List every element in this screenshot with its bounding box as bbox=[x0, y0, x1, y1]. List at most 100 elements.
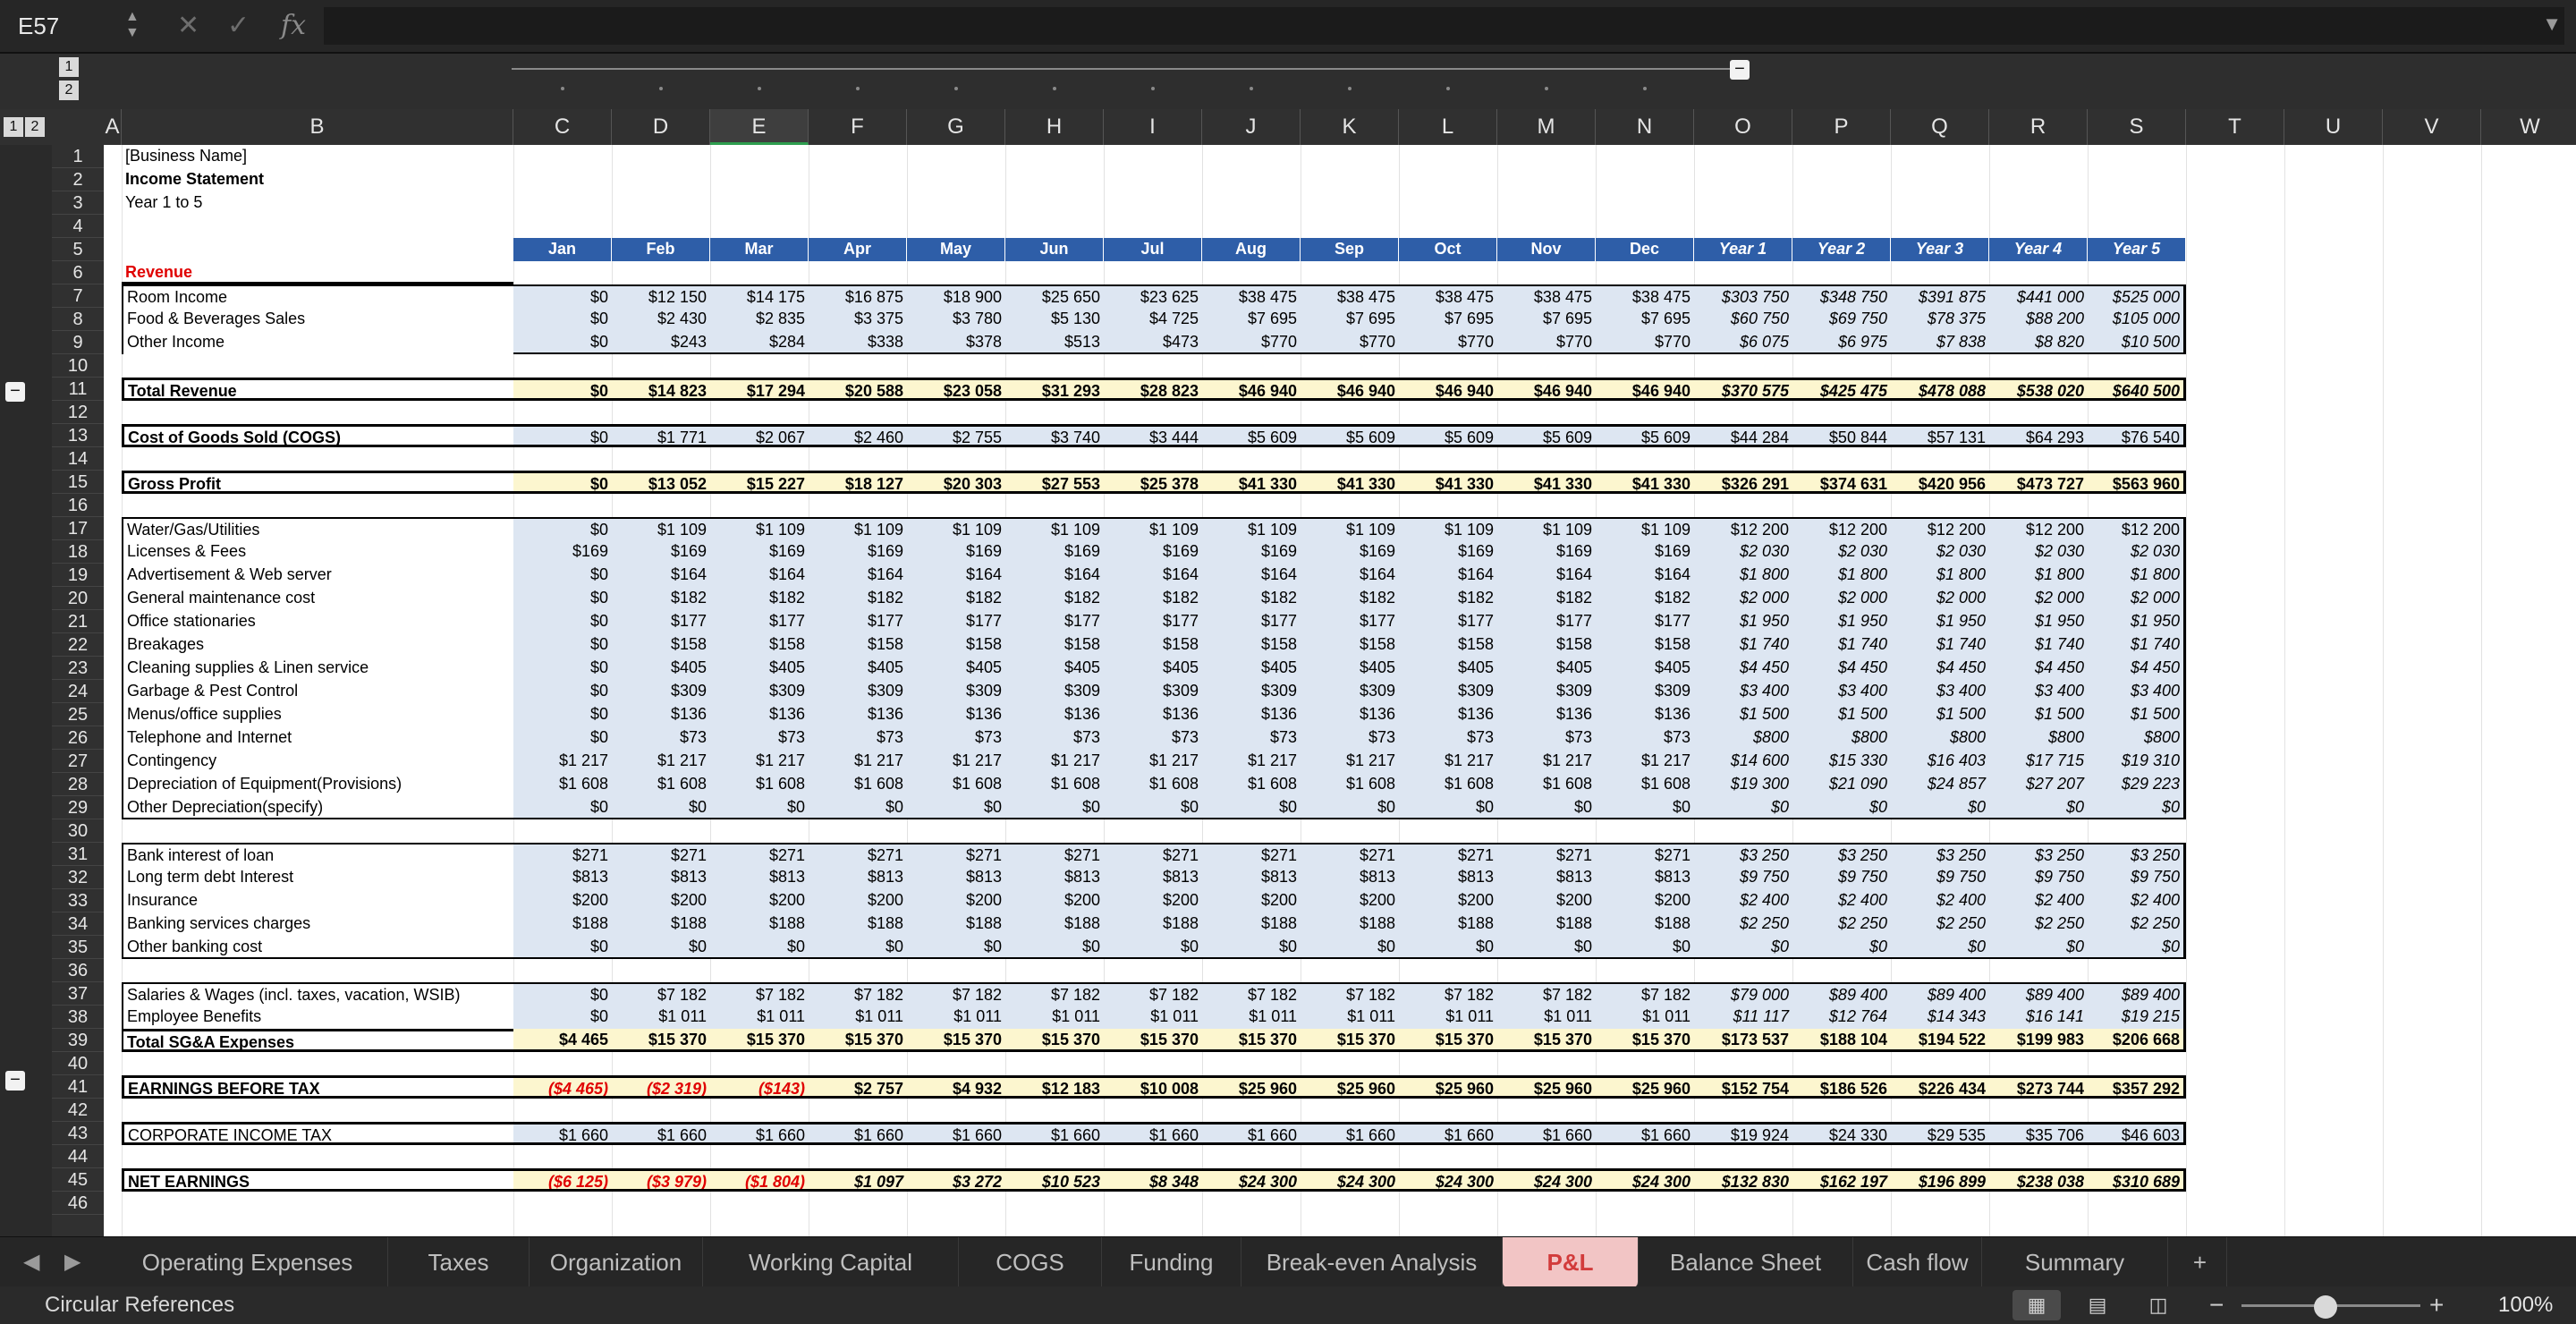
value-cell[interactable]: $158 bbox=[1301, 633, 1399, 657]
value-cell[interactable]: $1 800 bbox=[1694, 564, 1792, 587]
value-cell[interactable]: $813 bbox=[1005, 866, 1104, 889]
value-cell[interactable]: $24 857 bbox=[1891, 773, 1989, 796]
value-cell[interactable]: $0 bbox=[1399, 796, 1497, 819]
value-cell[interactable]: $813 bbox=[1202, 866, 1301, 889]
name-box-stepper[interactable]: ▲ ▼ bbox=[125, 9, 140, 41]
value-cell[interactable]: $0 bbox=[1497, 936, 1596, 959]
value-cell[interactable]: $1 500 bbox=[1891, 703, 1989, 726]
value-cell[interactable]: $1 109 bbox=[1104, 517, 1202, 540]
row-label[interactable]: Cost of Goods Sold (COGS) bbox=[122, 424, 513, 447]
value-cell[interactable]: $194 522 bbox=[1891, 1029, 1989, 1052]
value-cell[interactable]: $5 609 bbox=[1202, 424, 1301, 447]
value-cell[interactable]: $136 bbox=[1104, 703, 1202, 726]
value-cell[interactable]: $0 bbox=[513, 657, 612, 680]
value-cell[interactable]: $9 750 bbox=[2088, 866, 2186, 889]
value-cell[interactable]: $164 bbox=[710, 564, 809, 587]
value-cell[interactable]: $800 bbox=[1989, 726, 2088, 750]
row-label[interactable]: Other banking cost bbox=[122, 936, 513, 959]
row-label[interactable]: Other Depreciation(specify) bbox=[122, 796, 513, 819]
value-cell[interactable]: $3 444 bbox=[1104, 424, 1202, 447]
value-cell[interactable]: $13 052 bbox=[612, 471, 710, 494]
value-cell[interactable]: $4 465 bbox=[513, 1029, 612, 1052]
value-cell[interactable]: $326 291 bbox=[1694, 471, 1792, 494]
column-header-o[interactable]: O bbox=[1694, 109, 1792, 145]
value-cell[interactable]: $1 217 bbox=[612, 750, 710, 773]
sheet-tab-p-l[interactable]: P&L bbox=[1503, 1237, 1639, 1287]
row-label[interactable]: [Business Name] bbox=[122, 145, 513, 168]
value-cell[interactable]: $1 800 bbox=[1989, 564, 2088, 587]
value-cell[interactable]: $73 bbox=[1202, 726, 1301, 750]
value-cell[interactable]: $2 430 bbox=[612, 308, 710, 331]
value-cell[interactable]: $1 011 bbox=[907, 1006, 1005, 1029]
value-cell[interactable]: $15 370 bbox=[710, 1029, 809, 1052]
value-cell[interactable]: $9 750 bbox=[1792, 866, 1891, 889]
value-cell[interactable]: $24 300 bbox=[1301, 1168, 1399, 1192]
value-cell[interactable]: $0 bbox=[1596, 796, 1694, 819]
value-cell[interactable]: $3 250 bbox=[2088, 843, 2186, 866]
value-cell[interactable]: $188 bbox=[1596, 912, 1694, 936]
value-cell[interactable]: $200 bbox=[907, 889, 1005, 912]
value-cell[interactable]: $5 609 bbox=[1301, 424, 1399, 447]
page-layout-view-icon[interactable]: ▤ bbox=[2073, 1290, 2122, 1320]
value-cell[interactable]: $1 109 bbox=[1202, 517, 1301, 540]
value-cell[interactable]: $1 608 bbox=[1596, 773, 1694, 796]
value-cell[interactable]: $6 975 bbox=[1792, 331, 1891, 354]
column-header-a[interactable]: A bbox=[104, 109, 122, 145]
value-cell[interactable]: $2 030 bbox=[1792, 540, 1891, 564]
row-label[interactable] bbox=[122, 215, 513, 238]
value-cell[interactable]: $164 bbox=[612, 564, 710, 587]
row-header-34[interactable]: 34 bbox=[52, 912, 104, 936]
row-label[interactable] bbox=[122, 238, 513, 261]
value-cell[interactable]: $1 109 bbox=[1399, 517, 1497, 540]
value-cell[interactable]: $1 660 bbox=[809, 1122, 907, 1145]
value-cell[interactable]: $0 bbox=[513, 982, 612, 1006]
row-label[interactable]: Insurance bbox=[122, 889, 513, 912]
add-sheet-button[interactable]: + bbox=[2174, 1237, 2227, 1287]
row-label[interactable]: CORPORATE INCOME TAX bbox=[122, 1122, 513, 1145]
row-header-3[interactable]: 3 bbox=[52, 191, 104, 215]
value-cell[interactable]: $0 bbox=[612, 796, 710, 819]
value-cell[interactable]: $158 bbox=[907, 633, 1005, 657]
value-cell[interactable]: $1 950 bbox=[1694, 610, 1792, 633]
row-label[interactable]: Office stationaries bbox=[122, 610, 513, 633]
column-header-v[interactable]: V bbox=[2383, 109, 2481, 145]
value-cell[interactable]: ($4 465) bbox=[513, 1075, 612, 1099]
value-cell[interactable]: $158 bbox=[612, 633, 710, 657]
row-header-36[interactable]: 36 bbox=[52, 959, 104, 982]
value-cell[interactable]: $309 bbox=[907, 680, 1005, 703]
row-label[interactable]: Bank interest of loan bbox=[122, 843, 513, 866]
row-label[interactable]: Room Income bbox=[122, 284, 513, 308]
value-cell[interactable]: $3 780 bbox=[907, 308, 1005, 331]
value-cell[interactable]: $1 217 bbox=[1301, 750, 1399, 773]
row-label[interactable]: Food & Beverages Sales bbox=[122, 308, 513, 331]
column-header-r[interactable]: R bbox=[1989, 109, 2088, 145]
value-cell[interactable]: $309 bbox=[1301, 680, 1399, 703]
value-cell[interactable]: $29 535 bbox=[1891, 1122, 1989, 1145]
value-cell[interactable]: $0 bbox=[1596, 936, 1694, 959]
value-cell[interactable]: $25 378 bbox=[1104, 471, 1202, 494]
header-cell[interactable]: Year 1 bbox=[1694, 238, 1792, 261]
value-cell[interactable]: $15 370 bbox=[612, 1029, 710, 1052]
value-cell[interactable]: $89 400 bbox=[1891, 982, 1989, 1006]
value-cell[interactable]: $169 bbox=[710, 540, 809, 564]
zoom-in-button[interactable]: + bbox=[2429, 1286, 2444, 1324]
column-header-u[interactable]: U bbox=[2284, 109, 2383, 145]
value-cell[interactable]: $12 764 bbox=[1792, 1006, 1891, 1029]
value-cell[interactable]: $25 960 bbox=[1596, 1075, 1694, 1099]
value-cell[interactable]: $271 bbox=[1301, 843, 1399, 866]
value-cell[interactable]: $162 197 bbox=[1792, 1168, 1891, 1192]
value-cell[interactable]: $1 217 bbox=[1399, 750, 1497, 773]
value-cell[interactable]: $76 540 bbox=[2088, 424, 2186, 447]
row-header-38[interactable]: 38 bbox=[52, 1006, 104, 1029]
value-cell[interactable]: $770 bbox=[1301, 331, 1399, 354]
value-cell[interactable]: $374 631 bbox=[1792, 471, 1891, 494]
row-header-31[interactable]: 31 bbox=[52, 843, 104, 866]
value-cell[interactable]: $271 bbox=[1104, 843, 1202, 866]
value-cell[interactable]: $7 182 bbox=[710, 982, 809, 1006]
value-cell[interactable]: $0 bbox=[2088, 796, 2186, 819]
value-cell[interactable]: $2 757 bbox=[809, 1075, 907, 1099]
value-cell[interactable]: $2 067 bbox=[710, 424, 809, 447]
value-cell[interactable]: $19 215 bbox=[2088, 1006, 2186, 1029]
sheet-tab-cash-flow[interactable]: Cash flow bbox=[1853, 1237, 1982, 1287]
value-cell[interactable]: $1 740 bbox=[1694, 633, 1792, 657]
